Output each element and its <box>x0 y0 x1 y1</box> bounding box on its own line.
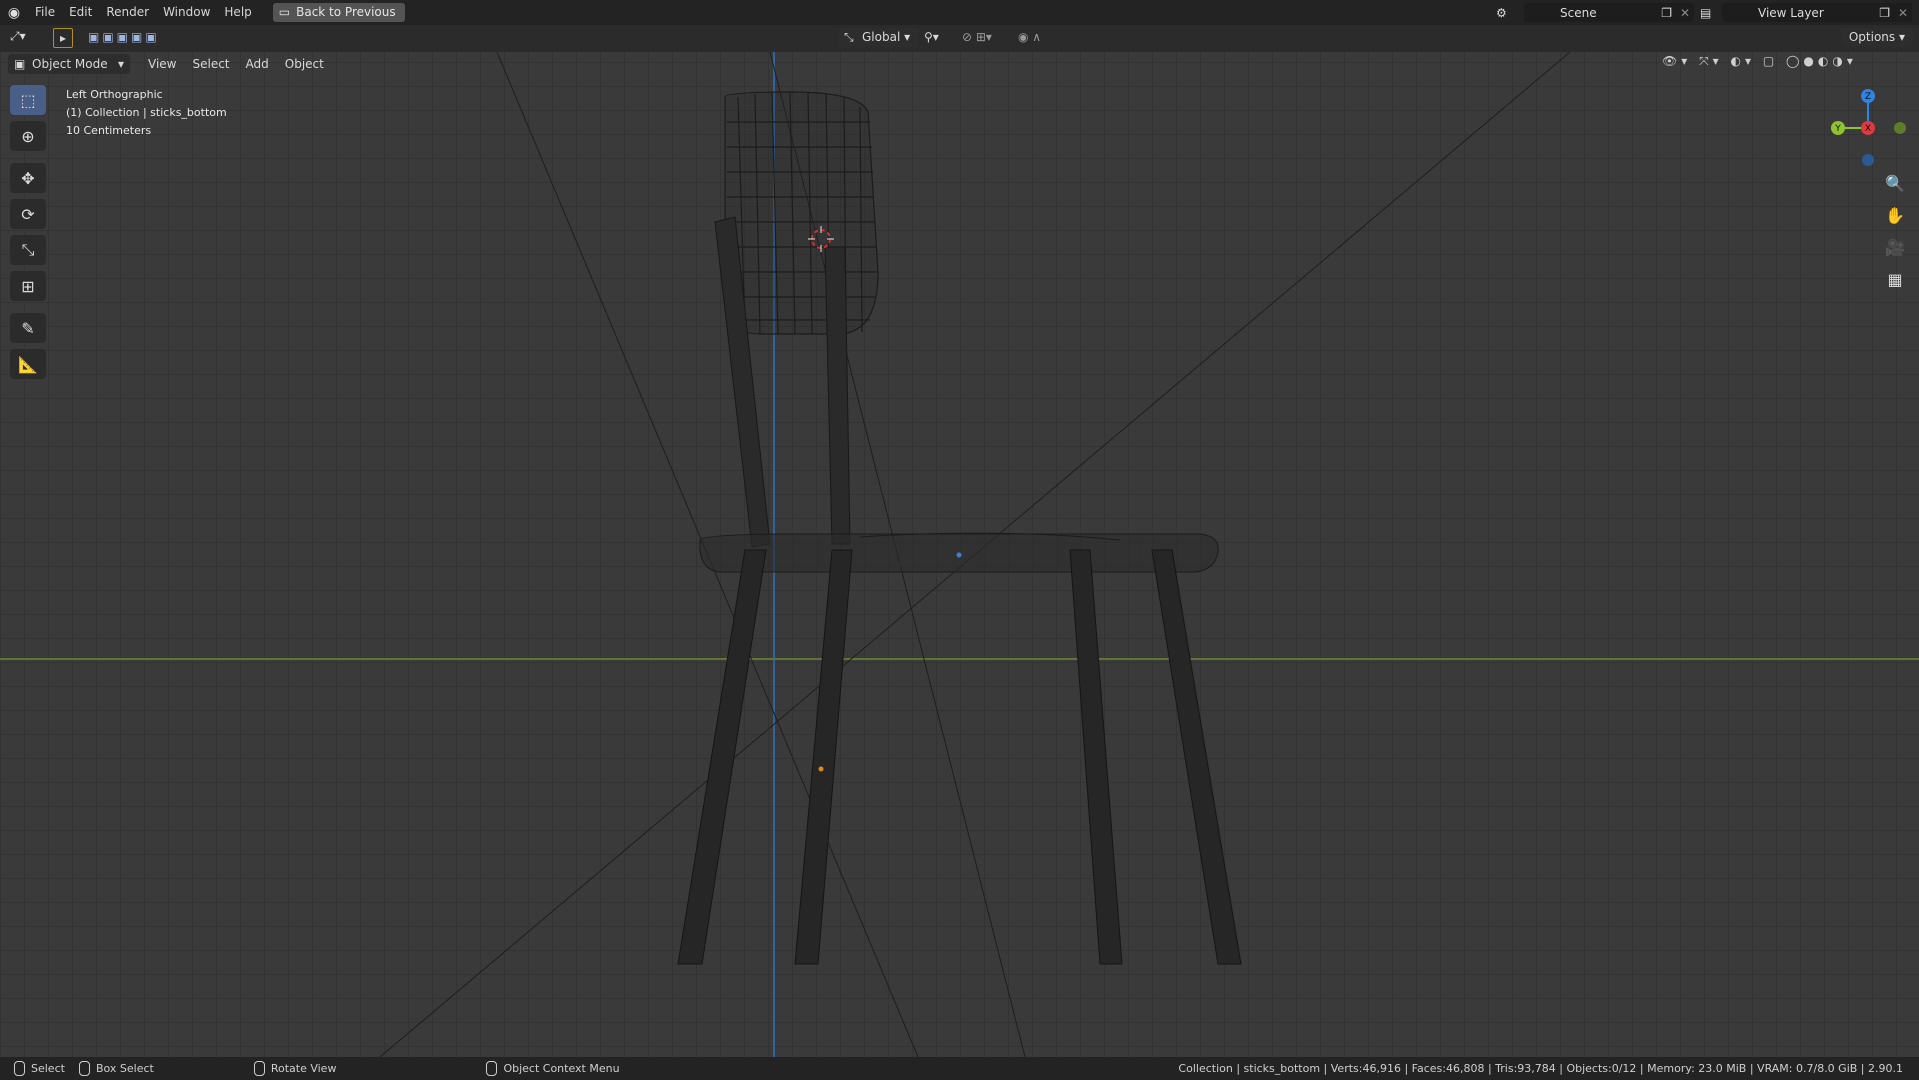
object-mode-label: Object Mode <box>32 57 108 71</box>
screen-icon: ▭ <box>278 5 291 19</box>
orientation-label: Global <box>862 30 901 44</box>
view-layer-name: View Layer <box>1758 5 1824 20</box>
object-mode-icon: ▣ <box>14 57 26 71</box>
viewport-header: ▣ Object Mode ▾ View Select Add Object 👁… <box>0 52 1919 76</box>
copy-icon[interactable]: ❐ <box>1661 6 1672 20</box>
back-to-previous-label: Back to Previous <box>296 5 396 19</box>
menu-view[interactable]: View <box>140 54 184 74</box>
pivot-icon[interactable]: ⚲▾ <box>924 30 939 44</box>
measure-tool-icon[interactable]: 📐 <box>10 349 46 379</box>
status-rotate-label: Rotate View <box>270 1062 337 1075</box>
close-icon[interactable]: ✕ <box>1680 6 1690 20</box>
move-tool-icon[interactable]: ✥ <box>10 163 46 193</box>
view-name: Left Orthographic <box>66 88 163 101</box>
pan-hand-icon[interactable]: ✋ <box>1880 202 1910 228</box>
tool-shelf: ⬚ ⊕ ✥ ⟳ ⤡ ⊞ ✎ 📐 <box>8 85 48 379</box>
mouse-middle-icon <box>253 1061 265 1076</box>
selection-mode-icons[interactable]: ▣▣▣▣▣ <box>88 30 160 44</box>
status-rotate-view: Rotate View <box>253 1061 337 1076</box>
back-to-previous-button[interactable]: ▭ Back to Previous <box>272 3 405 22</box>
close-icon[interactable]: ✕ <box>1898 6 1908 20</box>
menu-edit[interactable]: Edit <box>62 0 99 25</box>
gizmo-neg-z <box>1862 154 1874 166</box>
grid-icon[interactable]: ▦ <box>1880 266 1910 292</box>
menu-file[interactable]: File <box>28 0 62 25</box>
transform-tool-icon[interactable]: ⊞ <box>10 271 46 301</box>
viewport-scene <box>0 52 1919 1057</box>
menu-add[interactable]: Add <box>238 54 277 74</box>
svg-text:Y: Y <box>1834 124 1841 134</box>
chevron-down-icon: ▾ <box>117 57 124 71</box>
mouse-left-icon <box>14 1061 25 1076</box>
annotate-tool-icon[interactable]: ✎ <box>10 313 46 343</box>
status-select-label: Select <box>31 1062 65 1075</box>
chair-legs <box>677 549 1242 965</box>
status-context-menu: Object Context Menu <box>486 1061 620 1076</box>
scale-tool-icon[interactable]: ⤡ <box>10 235 46 265</box>
viewport-tool-header: ⤢▾ ▸ ▣▣▣▣▣ ⤡ Global ▾ ⚲▾ ⊘ ⊞▾ ◉ ∧ Option… <box>0 25 1919 53</box>
rotate-tool-icon[interactable]: ⟳ <box>10 199 46 229</box>
svg-text:X: X <box>1865 124 1871 134</box>
camera-icon[interactable]: 🎥 <box>1880 234 1910 260</box>
zoom-icon[interactable]: 🔍 <box>1880 170 1910 196</box>
status-context-label: Object Context Menu <box>503 1062 620 1075</box>
viewport-nav-tools: 🔍 ✋ 🎥 ▦ <box>1880 170 1910 292</box>
select-tool-icon[interactable]: ▸ <box>53 28 73 48</box>
collection-info: (1) Collection | sticks_bottom <box>66 106 227 119</box>
scene-icon: ⚙ <box>1496 5 1507 20</box>
status-box-select: Box Select <box>78 1061 154 1076</box>
select-box-tool-icon[interactable]: ⬚ <box>10 85 46 115</box>
selected-origin <box>818 766 824 772</box>
snap-icon[interactable]: ⊘ ⊞▾ <box>962 30 992 44</box>
options-dropdown[interactable]: Options ▾ <box>1840 28 1913 47</box>
menu-object[interactable]: Object <box>277 54 332 74</box>
options-label: Options <box>1848 30 1896 44</box>
mouse-right-icon <box>486 1061 498 1076</box>
view-layer-selector[interactable]: ▤ View Layer ❐ ✕ <box>1700 3 1912 22</box>
object-origin <box>956 552 962 558</box>
mouse-drag-icon <box>78 1061 90 1076</box>
layer-icon: ▤ <box>1700 5 1712 20</box>
gizmo-neg-y <box>1894 122 1906 134</box>
menu-window[interactable]: Window <box>156 0 217 25</box>
navigation-gizmo[interactable]: Z Y X <box>1822 88 1912 178</box>
editor-type-icon[interactable]: ⤢▾ <box>10 29 26 44</box>
proportional-edit-icon[interactable]: ◉ ∧ <box>1018 30 1041 44</box>
3d-viewport[interactable] <box>0 52 1919 1057</box>
status-bar: Select Box Select Rotate View Object Con… <box>0 1057 1919 1080</box>
status-box-select-label: Box Select <box>95 1062 154 1075</box>
menu-help[interactable]: Help <box>217 0 258 25</box>
menu-render[interactable]: Render <box>99 0 156 25</box>
viewport-info: Left Orthographic (1) Collection | stick… <box>66 86 227 140</box>
chair-backrest <box>724 91 879 335</box>
blender-logo-icon[interactable]: ◉ <box>0 5 28 21</box>
menu-select[interactable]: Select <box>184 54 237 74</box>
orientation-icon: ⤡ <box>844 30 854 44</box>
viewport-shading-controls[interactable]: 👁▾ ⤧▾ ◐▾ ▢ ◯●◐◑▾ <box>1662 54 1857 69</box>
cursor-tool-icon[interactable]: ⊕ <box>10 121 46 151</box>
scene-selector[interactable]: ⚙ Scene ❐ ✕ <box>1496 3 1694 22</box>
scene-statistics: Collection | sticks_bottom | Verts:46,91… <box>1178 1062 1903 1075</box>
scene-name: Scene <box>1560 5 1597 20</box>
grid-scale: 10 Centimeters <box>66 124 152 137</box>
copy-icon[interactable]: ❐ <box>1879 6 1890 20</box>
transform-orientation-dropdown[interactable]: ⤡ Global ▾ <box>838 28 919 47</box>
svg-text:Z: Z <box>1865 92 1871 102</box>
status-select: Select <box>14 1061 65 1076</box>
object-mode-dropdown[interactable]: ▣ Object Mode ▾ <box>8 54 130 74</box>
